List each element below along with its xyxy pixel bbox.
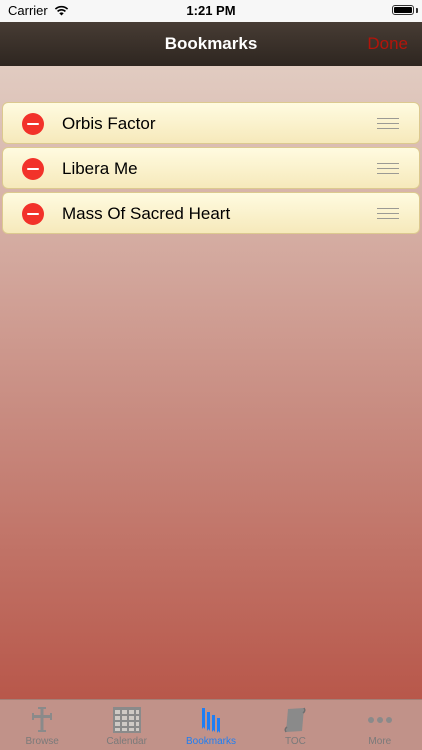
bookmark-label: Mass Of Sacred Heart — [62, 204, 231, 223]
delete-icon[interactable] — [22, 113, 44, 135]
status-bar: Carrier 1:21 PM — [0, 0, 422, 22]
reorder-handle-icon[interactable] — [377, 208, 399, 220]
bookmark-label: Libera Me — [62, 159, 138, 178]
tab-label: More — [368, 736, 392, 747]
reorder-handle-icon[interactable] — [377, 118, 399, 130]
list-item[interactable]: Mass Of Sacred Heart — [2, 192, 420, 234]
reorder-handle-icon[interactable] — [377, 163, 399, 175]
battery-nub — [416, 8, 418, 13]
battery-icon — [392, 5, 414, 15]
delete-icon[interactable] — [22, 158, 44, 180]
scroll-icon — [284, 707, 306, 733]
done-button[interactable]: Done — [367, 34, 408, 54]
tab-label: Bookmarks — [186, 736, 237, 747]
tab-more[interactable]: More — [338, 700, 422, 750]
tab-label: Calendar — [106, 736, 147, 747]
more-icon — [367, 717, 392, 723]
tab-browse[interactable]: Browse — [0, 700, 84, 750]
delete-icon[interactable] — [22, 203, 44, 225]
status-time: 1:21 PM — [186, 3, 236, 18]
tab-toc[interactable]: TOC — [253, 700, 337, 750]
list-item[interactable]: Libera Me — [2, 147, 420, 189]
cross-icon — [32, 707, 53, 732]
screen: Carrier 1:21 PM Bookmarks Done Orbis Fac… — [0, 0, 422, 750]
tab-bar: Browse Calendar Bookmarks TOC More — [0, 699, 422, 750]
tab-bookmarks[interactable]: Bookmarks — [169, 700, 253, 750]
page-title: Bookmarks — [164, 34, 258, 53]
bookmarks-icon — [202, 708, 221, 733]
bookmark-label: Orbis Factor — [62, 114, 156, 133]
bookmark-list: Orbis Factor Libera Me Mass Of Sacred He… — [2, 102, 420, 237]
calendar-icon — [112, 707, 141, 733]
tab-label: Browse — [25, 736, 59, 747]
nav-bar: Bookmarks Done — [0, 22, 422, 66]
tab-calendar[interactable]: Calendar — [84, 700, 168, 750]
list-item[interactable]: Orbis Factor — [2, 102, 420, 144]
tab-label: TOC — [284, 736, 306, 747]
